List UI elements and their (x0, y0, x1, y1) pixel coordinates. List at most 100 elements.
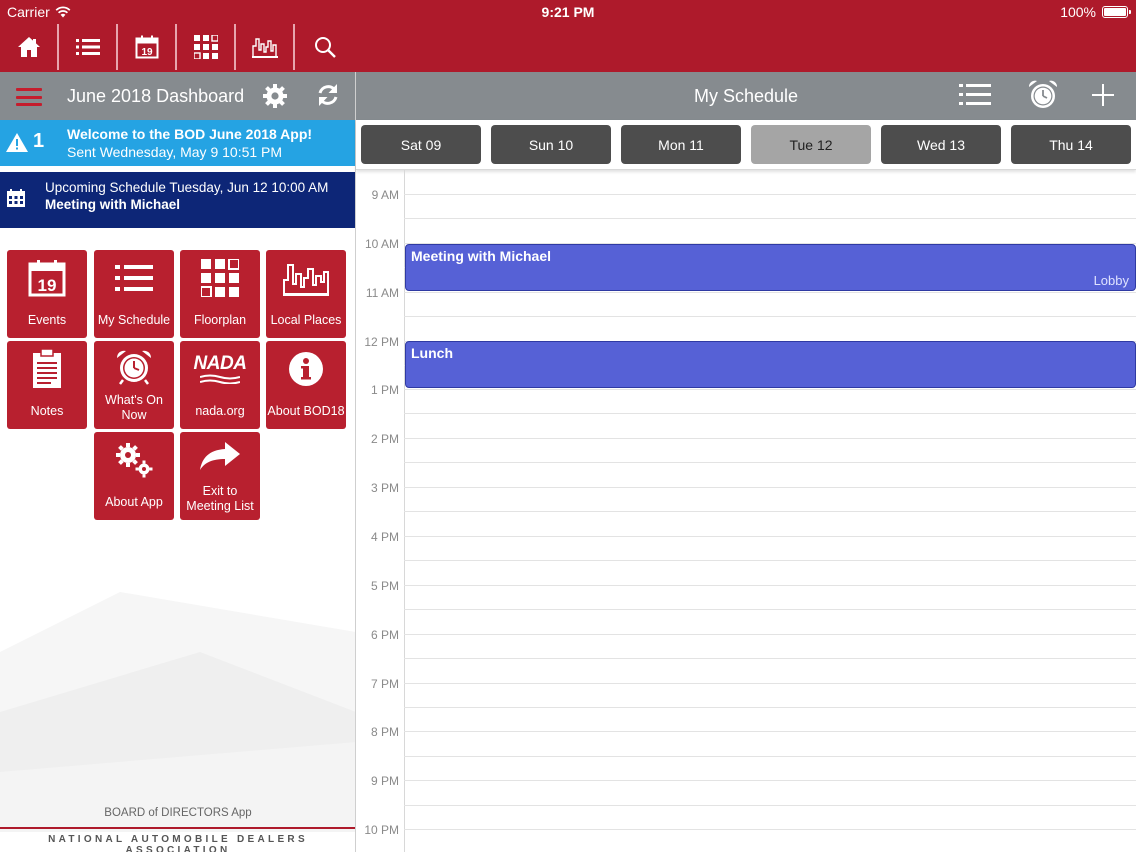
hour-label-5pm: 5 PM (370, 579, 399, 593)
event-location: Lobby (1093, 273, 1129, 288)
nav-floorplan[interactable] (177, 24, 236, 70)
hour-label-6pm: 6 PM (370, 628, 399, 642)
half-hour-line (404, 511, 1136, 512)
tile-whats-on-now-label-line2: Now (121, 408, 147, 422)
hour-line (404, 731, 1136, 732)
hour-line (404, 683, 1136, 684)
half-hour-line (404, 756, 1136, 757)
add-event-icon[interactable] (1092, 84, 1114, 106)
tile-about-app[interactable]: About App (94, 432, 174, 520)
calendar-icon: 19 (135, 35, 158, 59)
hour-label-7pm: 7 PM (370, 677, 399, 691)
day-tab-wed-13[interactable]: Wed 13 (881, 125, 1001, 164)
hour-line (404, 292, 1136, 293)
svg-text:19: 19 (141, 47, 153, 58)
tile-notes-label: Notes (30, 404, 64, 418)
schedule-panel: My Schedule Sat 09 Sun 10 Mon 11 Tue 12 … (356, 72, 1136, 852)
half-hour-line (404, 805, 1136, 806)
nada-wave-icon (200, 374, 240, 384)
home-icon (17, 37, 40, 57)
day-tab-mon-11[interactable]: Mon 11 (621, 125, 741, 164)
event-lunch[interactable]: Lunch (405, 341, 1136, 388)
upcoming-schedule-banner[interactable]: Upcoming Schedule Tuesday, Jun 12 10:00 … (0, 172, 355, 228)
tile-exit-label: Exit to Meeting List (180, 484, 260, 514)
hour-line (404, 438, 1136, 439)
hour-line (404, 389, 1136, 390)
notification-title: Welcome to the BOD June 2018 App! (67, 126, 313, 142)
half-hour-line (404, 658, 1136, 659)
nav-search[interactable] (295, 24, 354, 70)
schedule-title: My Schedule (693, 86, 799, 106)
tile-exit-to-meeting-list[interactable]: Exit to Meeting List (180, 432, 260, 520)
hour-label-12pm: 12 PM (364, 335, 399, 349)
hour-label-4pm: 4 PM (370, 530, 399, 544)
tile-about-bod18[interactable]: About BOD18 (266, 341, 346, 429)
hour-label-11am: 11 AM (365, 286, 399, 300)
tile-events[interactable]: 19 Events (7, 250, 87, 338)
list-view-icon[interactable] (959, 83, 991, 107)
half-hour-line (404, 413, 1136, 414)
tile-whats-on-now[interactable]: What's On Now (94, 341, 174, 429)
calendar-icon-number: 19 (38, 276, 57, 295)
hour-line (404, 634, 1136, 635)
tile-floorplan-label: Floorplan (193, 313, 247, 327)
hour-line (404, 487, 1136, 488)
hour-label-9pm: 9 PM (370, 774, 399, 788)
refresh-icon[interactable] (316, 83, 340, 107)
footer-organization: NATIONAL AUTOMOBILE DEALERS ASSOCIATION (48, 834, 308, 852)
hour-label-1pm: 1 PM (370, 383, 399, 397)
notification-count: 1 (33, 130, 45, 152)
tile-notes[interactable]: Notes (7, 341, 87, 429)
search-icon (314, 37, 336, 58)
day-selector: Sat 09 Sun 10 Mon 11 Tue 12 Wed 13 Thu 1… (356, 120, 1136, 170)
tile-floorplan[interactable]: Floorplan (180, 250, 260, 338)
hour-label-10am: 10 AM (364, 237, 399, 251)
tile-local-places[interactable]: Local Places (266, 250, 346, 338)
day-tab-thu-14[interactable]: Thu 14 (1011, 125, 1131, 164)
half-hour-line (404, 609, 1136, 610)
event-meeting-with-michael[interactable]: Meeting with Michael Lobby (405, 244, 1136, 291)
dashboard-title: June 2018 Dashboard (67, 86, 245, 106)
nav-list[interactable] (59, 24, 118, 70)
top-bar: Carrier 9:21 PM 100% 19 (0, 0, 1136, 72)
tile-local-places-label: Local Places (270, 313, 342, 327)
status-bar: Carrier 9:21 PM 100% (0, 0, 1136, 24)
menu-icon[interactable] (16, 88, 42, 106)
day-tab-tue-12[interactable]: Tue 12 (751, 125, 871, 164)
nav-local-places[interactable] (236, 24, 295, 70)
city-skyline-icon (283, 264, 329, 296)
tile-my-schedule[interactable]: My Schedule (94, 250, 174, 338)
tile-my-schedule-label: My Schedule (97, 313, 171, 327)
settings-gear-icon[interactable] (262, 83, 288, 109)
gears-icon (116, 443, 153, 478)
alarm-clock-icon (116, 350, 152, 385)
tile-nada-org[interactable]: NADA nada.org (180, 341, 260, 429)
hour-line (404, 536, 1136, 537)
hour-line (404, 585, 1136, 586)
event-title: Meeting with Michael (411, 248, 552, 264)
tile-events-label: Events (27, 313, 67, 327)
schedule-grid[interactable]: 9 AM 10 AM 11 AM 12 PM 1 PM 2 PM 3 PM 4 … (356, 170, 1136, 852)
half-hour-line (404, 218, 1136, 219)
hour-label-3pm: 3 PM (370, 481, 399, 495)
alarm-clock-icon[interactable] (1027, 80, 1059, 110)
background-swoosh (0, 592, 355, 832)
half-hour-line (404, 707, 1136, 708)
hour-line (404, 780, 1136, 781)
nav-calendar[interactable]: 19 (118, 24, 177, 70)
day-tab-sat-09[interactable]: Sat 09 (361, 125, 481, 164)
top-nav: 19 (0, 24, 356, 72)
hour-label-9am: 9 AM (371, 188, 399, 202)
hour-label-10pm: 10 PM (364, 823, 399, 837)
nav-home[interactable] (0, 24, 59, 70)
calendar-grid-icon (7, 189, 25, 207)
welcome-notification[interactable]: 1 Welcome to the BOD June 2018 App! Sent… (0, 120, 355, 166)
upcoming-schedule-title: Meeting with Michael (45, 197, 181, 212)
dashboard-header: June 2018 Dashboard (0, 72, 355, 120)
day-tab-sun-10[interactable]: Sun 10 (491, 125, 611, 164)
clock: 9:21 PM (541, 4, 595, 20)
calendar-icon: 19 (28, 260, 66, 297)
warning-icon (6, 133, 28, 152)
schedule-header: My Schedule (356, 72, 1136, 120)
hour-line (404, 194, 1136, 195)
